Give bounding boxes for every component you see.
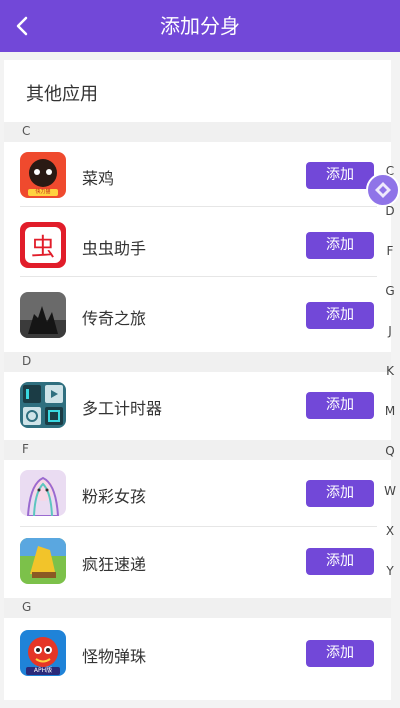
list-item: 疯狂速递 添加 — [4, 530, 391, 592]
app-list-card: 其他应用 C 快力猫 菜鸡 添加 虫 虫虫助手 添加 传奇之旅 添加 D 多工计… — [4, 60, 391, 700]
divider — [20, 206, 377, 207]
index-letter-m[interactable]: M — [380, 404, 400, 418]
add-button[interactable]: 添加 — [306, 548, 374, 575]
index-letter-x[interactable]: X — [380, 524, 400, 538]
diamond-icon — [375, 182, 391, 198]
app-name: 菜鸡 — [82, 169, 115, 188]
app-icon-pastel-girl — [20, 470, 66, 516]
add-button[interactable]: 添加 — [306, 302, 374, 329]
index-letter-j[interactable]: J — [380, 324, 400, 338]
add-button[interactable]: 添加 — [306, 232, 374, 259]
app-name: 粉彩女孩 — [82, 487, 147, 506]
section-header-d: D — [4, 352, 391, 372]
app-icon-timer — [20, 382, 66, 428]
list-item: 多工计时器 添加 — [4, 374, 391, 436]
index-letter-q[interactable]: Q — [380, 444, 400, 458]
add-button[interactable]: 添加 — [306, 480, 374, 507]
add-button[interactable]: 添加 — [306, 640, 374, 667]
list-item: 虫 虫虫助手 添加 — [4, 214, 391, 276]
list-item: 粉彩女孩 添加 — [4, 462, 391, 524]
icon-badge-text: APH版 — [33, 667, 53, 674]
app-icon-chuanqi — [20, 292, 66, 338]
index-letter-f[interactable]: F — [380, 244, 400, 258]
list-item: 快力猫 菜鸡 添加 — [4, 144, 391, 206]
list-item: 传奇之旅 添加 — [4, 284, 391, 346]
app-icon-crazy-delivery — [20, 538, 66, 584]
index-letter-y[interactable]: Y — [380, 564, 400, 578]
app-icon-chongchong: 虫 — [20, 222, 66, 268]
section-letter: C — [22, 124, 31, 138]
header-bar: 添加分身 — [0, 0, 400, 52]
app-name: 怪物弹珠 — [82, 647, 147, 666]
index-letter-k[interactable]: K — [380, 364, 400, 378]
section-header-c: C — [4, 122, 391, 142]
app-name: 虫虫助手 — [82, 239, 147, 258]
app-name: 传奇之旅 — [82, 309, 147, 328]
section-letter: G — [22, 600, 32, 614]
index-letter-g[interactable]: G — [380, 284, 400, 298]
app-name: 疯狂速递 — [82, 555, 147, 574]
section-header-f: F — [4, 440, 391, 460]
divider — [20, 276, 377, 277]
section-title: 其他应用 — [26, 84, 98, 105]
svg-text:虫: 虫 — [31, 233, 55, 261]
app-icon-monster-marble: APH版 — [20, 630, 66, 676]
section-header-g: G — [4, 598, 391, 618]
section-letter: D — [22, 354, 32, 368]
add-button[interactable]: 添加 — [306, 392, 374, 419]
floating-button[interactable] — [366, 173, 400, 207]
icon-badge-text: 快力猫 — [35, 189, 51, 195]
add-button[interactable]: 添加 — [306, 162, 374, 189]
section-letter: F — [22, 442, 29, 456]
index-letter-w[interactable]: W — [380, 484, 400, 498]
divider — [20, 526, 377, 527]
list-item: APH版 怪物弹珠 添加 — [4, 622, 391, 684]
app-icon-caiji: 快力猫 — [20, 152, 66, 198]
page-title: 添加分身 — [160, 14, 240, 38]
app-name: 多工计时器 — [82, 399, 163, 418]
